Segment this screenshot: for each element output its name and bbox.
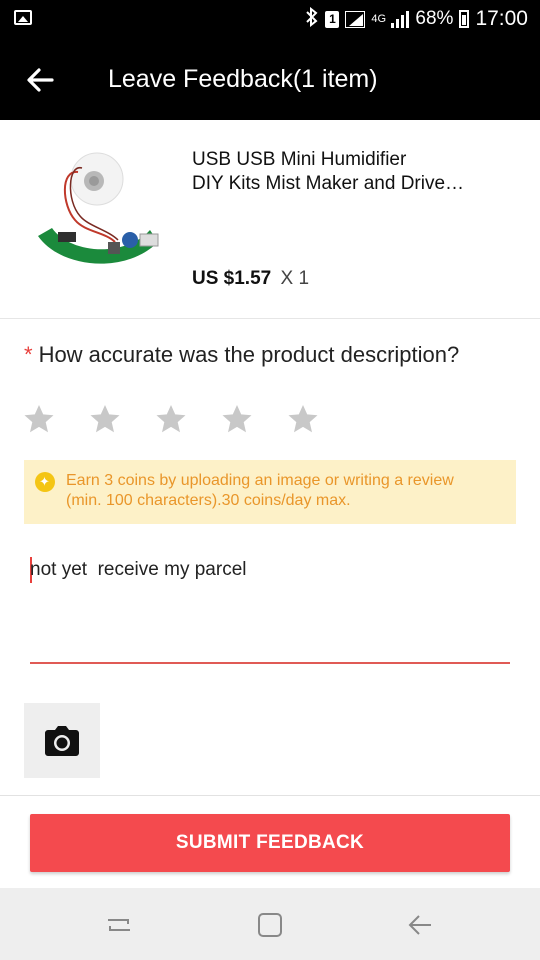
network-type-label: 4G	[371, 12, 387, 25]
signal-bars-icon	[391, 10, 410, 28]
question-text: How accurate was the product description…	[38, 342, 460, 367]
app-bar: Leave Feedback(1 item)	[0, 38, 540, 120]
system-nav-bar	[0, 888, 540, 960]
star-icon[interactable]	[220, 402, 254, 436]
star-icon[interactable]	[154, 402, 188, 436]
star-icon[interactable]	[88, 402, 122, 436]
gallery-notification-icon	[14, 10, 32, 25]
status-bar: 1 4G 68% 17:00	[0, 0, 540, 38]
recent-apps-icon[interactable]	[104, 910, 134, 940]
product-card: USB USB Mini Humidifier DIY Kits Mist Ma…	[0, 120, 540, 319]
product-title-line-2: DIY Kits Mist Maker and Drive…	[192, 173, 465, 194]
divider	[0, 795, 540, 796]
product-price: US $1.57	[192, 268, 272, 289]
battery-percent: 68%	[415, 8, 454, 29]
product-image[interactable]	[30, 150, 170, 290]
tip-line-1: Earn 3 coins by uploading an image or wr…	[66, 472, 454, 489]
star-icon[interactable]	[22, 402, 56, 436]
product-quantity: X 1	[280, 268, 310, 289]
review-text-field[interactable]: not yet receive my parcel	[30, 548, 510, 664]
required-mark: *	[24, 342, 33, 367]
clock: 17:00	[475, 7, 528, 30]
coin-icon	[35, 472, 55, 493]
home-icon[interactable]	[255, 910, 285, 940]
battery-icon	[459, 10, 470, 28]
product-price-row: US $1.57 X 1	[192, 268, 309, 290]
tip-line-2: (min. 100 characters).30 coins/day max.	[66, 492, 351, 509]
camera-icon	[45, 726, 79, 756]
back-icon[interactable]	[405, 910, 435, 940]
review-text-value: not yet receive my parcel	[30, 559, 247, 580]
product-title-line-1: USB USB Mini Humidifier	[192, 149, 407, 170]
rating-question: * How accurate was the product descriptio…	[24, 342, 459, 368]
product-title[interactable]: USB USB Mini Humidifier DIY Kits Mist Ma…	[192, 148, 512, 196]
page-title: Leave Feedback(1 item)	[108, 65, 378, 93]
coins-tip-banner: Earn 3 coins by uploading an image or wr…	[24, 460, 516, 524]
status-icons: 1 4G 68% 17:00	[305, 6, 528, 32]
star-icon[interactable]	[286, 402, 320, 436]
sim-indicator: 1	[325, 10, 340, 28]
star-rating	[22, 402, 320, 436]
add-photo-button[interactable]	[24, 703, 100, 778]
submit-feedback-button[interactable]: SUBMIT FEEDBACK	[30, 814, 510, 872]
signal-strength-icon	[345, 10, 366, 28]
back-arrow-icon[interactable]	[22, 62, 58, 98]
bluetooth-icon	[305, 6, 319, 32]
